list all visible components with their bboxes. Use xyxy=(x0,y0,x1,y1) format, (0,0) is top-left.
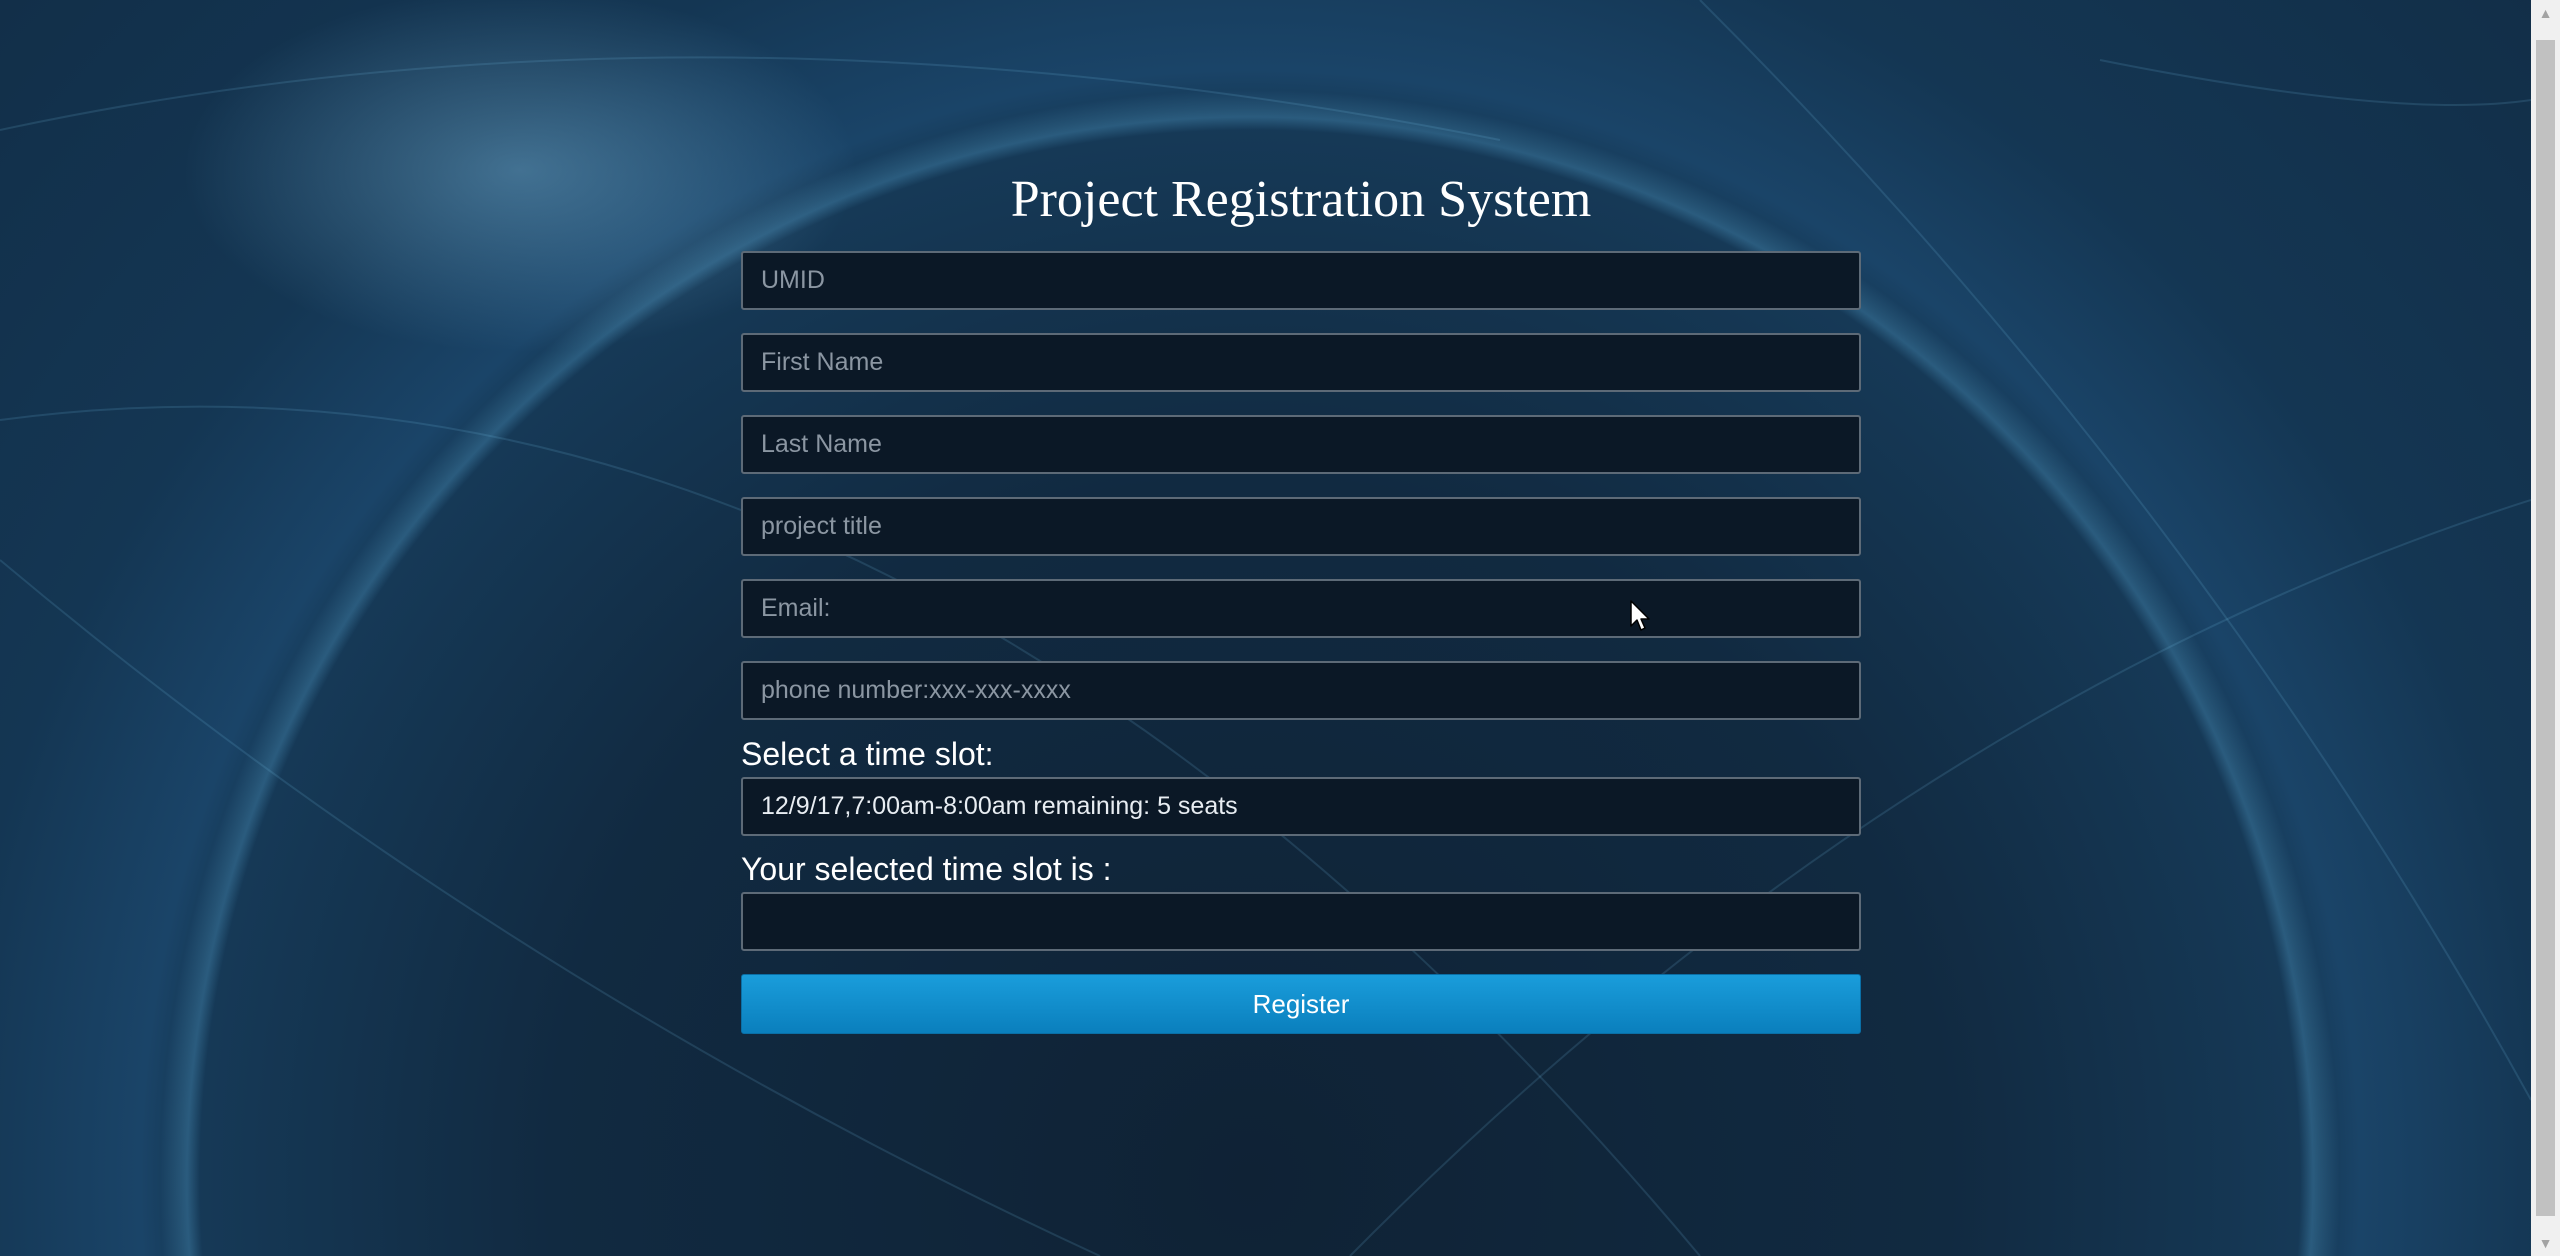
time-slot-selected-value: 12/9/17,7:00am-8:00am remaining: 5 seats xyxy=(761,792,1238,820)
umid-input[interactable] xyxy=(741,251,1861,310)
phone-input[interactable] xyxy=(741,661,1861,720)
selected-slot-label: Your selected time slot is : xyxy=(741,851,1112,887)
page-title: Project Registration System xyxy=(1010,171,1592,228)
scroll-up-icon[interactable]: ▲ xyxy=(2531,0,2560,26)
scroll-down-icon[interactable]: ▼ xyxy=(2531,1230,2560,1256)
selected-slot-output xyxy=(741,892,1861,951)
register-button[interactable]: Register xyxy=(741,974,1861,1034)
last-name-input[interactable] xyxy=(741,415,1861,474)
registration-form: Project Registration System Select a tim… xyxy=(741,170,1861,1034)
mouse-pointer-icon xyxy=(1630,600,1650,631)
time-slot-select[interactable]: 12/9/17,7:00am-8:00am remaining: 5 seats xyxy=(741,777,1861,836)
time-slot-label: Select a time slot: xyxy=(741,736,994,772)
registration-page: Project Registration System Select a tim… xyxy=(0,0,2531,1256)
first-name-input[interactable] xyxy=(741,333,1861,392)
vertical-scrollbar[interactable]: ▲ ▼ xyxy=(2531,0,2560,1256)
email-input[interactable] xyxy=(741,579,1861,638)
scrollbar-thumb[interactable] xyxy=(2536,40,2555,1216)
project-title-input[interactable] xyxy=(741,497,1861,556)
